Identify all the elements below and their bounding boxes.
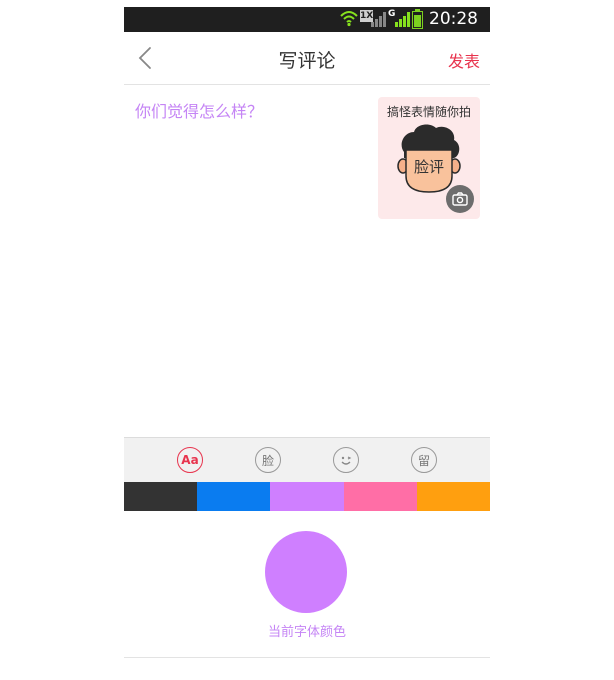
- message-label: 留: [417, 453, 430, 468]
- face-comment-label: 脸: [261, 453, 274, 468]
- font-color-icon[interactable]: Aa: [177, 447, 203, 473]
- emoji-icon[interactable]: [333, 447, 359, 473]
- color-swatch-pink[interactable]: [343, 482, 417, 511]
- current-color-preview: [265, 531, 347, 613]
- status-bar: 1X G 20:28: [124, 7, 490, 32]
- comment-input[interactable]: 你们觉得怎么样？: [135, 98, 263, 122]
- camera-icon: [452, 192, 468, 206]
- color-swatch-dark[interactable]: [124, 482, 198, 511]
- face-text: 脸评: [414, 158, 444, 176]
- smiley-icon: [341, 456, 352, 465]
- battery-level: [414, 15, 421, 27]
- battery-icon: [412, 9, 423, 29]
- color-swatch-orange[interactable]: [416, 482, 490, 511]
- face-card-caption: 搞怪表情随你拍: [386, 105, 471, 119]
- app-screen: 1X G 20:28 写评论 发表 你们觉得怎么样？ 搞怪表情随你拍 脸评 Aa…: [124, 7, 490, 680]
- message-icon[interactable]: 留: [411, 447, 437, 473]
- signal-icon: [371, 12, 386, 27]
- camera-button[interactable]: [446, 185, 474, 213]
- face-comment-card[interactable]: 搞怪表情随你拍 脸评: [378, 97, 480, 219]
- color-palette: [124, 482, 490, 511]
- signal-strength-icon: [395, 12, 410, 27]
- color-swatch-purple[interactable]: [270, 482, 344, 511]
- divider: [124, 657, 490, 658]
- page-title: 写评论: [278, 50, 336, 72]
- publish-button[interactable]: 发表: [448, 48, 480, 72]
- status-time: 20:28: [429, 9, 478, 29]
- header-bar: 写评论 发表: [124, 32, 490, 85]
- format-toolbar: Aa 脸 留: [124, 437, 490, 482]
- color-swatch-blue[interactable]: [197, 482, 271, 511]
- face-comment-icon[interactable]: 脸: [255, 447, 281, 473]
- wifi-icon: [340, 11, 358, 27]
- font-color-label: Aa: [181, 453, 199, 467]
- current-color-label: 当前字体颜色: [267, 625, 346, 640]
